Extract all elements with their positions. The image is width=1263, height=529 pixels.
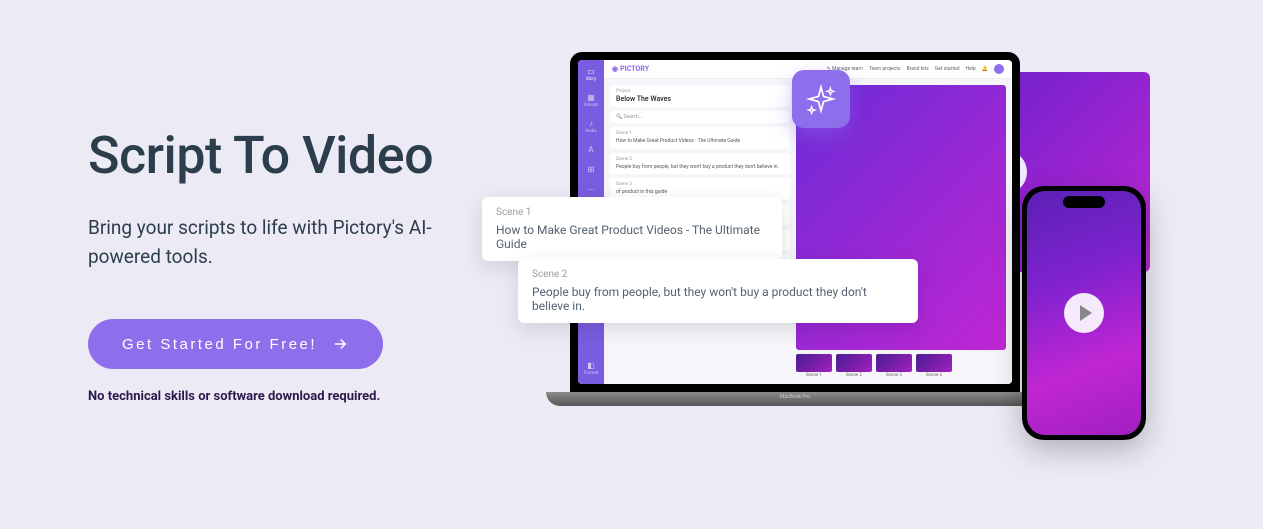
- phone-screen: [1027, 191, 1141, 435]
- play-icon[interactable]: [1064, 293, 1104, 333]
- hero-content: Script To Video Bring your scripts to li…: [88, 125, 498, 404]
- floating-scene-card-1: Scene 1 How to Make Great Product Videos…: [482, 197, 782, 261]
- project-title-card: Project Below The Waves: [610, 85, 790, 107]
- thumbnail[interactable]: Scene 2: [836, 354, 872, 378]
- format-icon: ◧: [586, 360, 596, 370]
- sidebar-item-text[interactable]: A: [581, 144, 601, 154]
- floating-scene-card-2: Scene 2 People buy from people, but they…: [518, 259, 918, 323]
- bell-icon[interactable]: 🔔: [982, 66, 988, 72]
- elements-icon: ⊞: [586, 164, 596, 174]
- nav-get-started[interactable]: Get started: [935, 66, 960, 72]
- phone-notch: [1063, 196, 1105, 208]
- sidebar-item-audio[interactable]: ♪Audio: [581, 118, 601, 134]
- sidebar-item-format[interactable]: ◧Format: [581, 360, 601, 376]
- sidebar-item-more[interactable]: ⋯: [581, 184, 601, 194]
- page-title: Script To Video: [88, 125, 498, 186]
- story-icon: ▭: [586, 66, 596, 76]
- text-icon: A: [586, 144, 596, 154]
- thumbnail[interactable]: Scene 1: [796, 354, 832, 378]
- preview-column: Scene 1 Scene 2 Scene 3 Scene 4: [796, 85, 1006, 378]
- laptop-base: MacBook Pro: [546, 392, 1044, 406]
- thumbnail[interactable]: Scene 3: [876, 354, 912, 378]
- ai-sparkle-badge: [792, 70, 850, 128]
- logo-icon: ◉: [612, 65, 618, 73]
- sidebar-item-elements[interactable]: ⊞: [581, 164, 601, 174]
- scene-card[interactable]: Scene 2People buy from people, but they …: [610, 153, 790, 175]
- sidebar-item-visuals[interactable]: ▦Visuals: [581, 92, 601, 108]
- hero-section: Script To Video Bring your scripts to li…: [0, 0, 1263, 529]
- hero-note: No technical skills or software download…: [88, 389, 498, 404]
- visuals-icon: ▦: [586, 92, 596, 102]
- arrow-right-icon: [331, 335, 349, 353]
- sparkle-icon: [804, 82, 838, 116]
- app-nav: ✎ Manage team Team projects Brand kits G…: [827, 64, 1004, 74]
- phone-mockup: [1022, 186, 1146, 440]
- scene-card[interactable]: Scene 1How to Make Great Product Videos …: [610, 127, 790, 149]
- project-name: Below The Waves: [616, 95, 784, 103]
- avatar[interactable]: [994, 64, 1004, 74]
- device-mockups: ▭Story ▦Visuals ♪Audio A ⊞ ⋯ ◧Format ◉ P…: [570, 52, 1263, 452]
- nav-brand-kits[interactable]: Brand kits: [906, 66, 928, 72]
- search-input[interactable]: 🔍 Search...: [610, 111, 790, 123]
- nav-team-projects[interactable]: Team projects: [869, 66, 901, 72]
- more-icon: ⋯: [586, 184, 596, 194]
- sidebar-item-story[interactable]: ▭Story: [581, 66, 601, 82]
- scene-thumbnails: Scene 1 Scene 2 Scene 3 Scene 4: [796, 354, 1006, 378]
- nav-help[interactable]: Help: [966, 66, 976, 72]
- thumbnail[interactable]: Scene 4: [916, 354, 952, 378]
- page-subtitle: Bring your scripts to life with Pictory'…: [88, 214, 498, 271]
- app-logo[interactable]: ◉ PICTORY: [612, 65, 649, 73]
- cta-label: Get Started For Free!: [122, 336, 317, 353]
- audio-icon: ♪: [586, 118, 596, 128]
- get-started-button[interactable]: Get Started For Free!: [88, 319, 383, 369]
